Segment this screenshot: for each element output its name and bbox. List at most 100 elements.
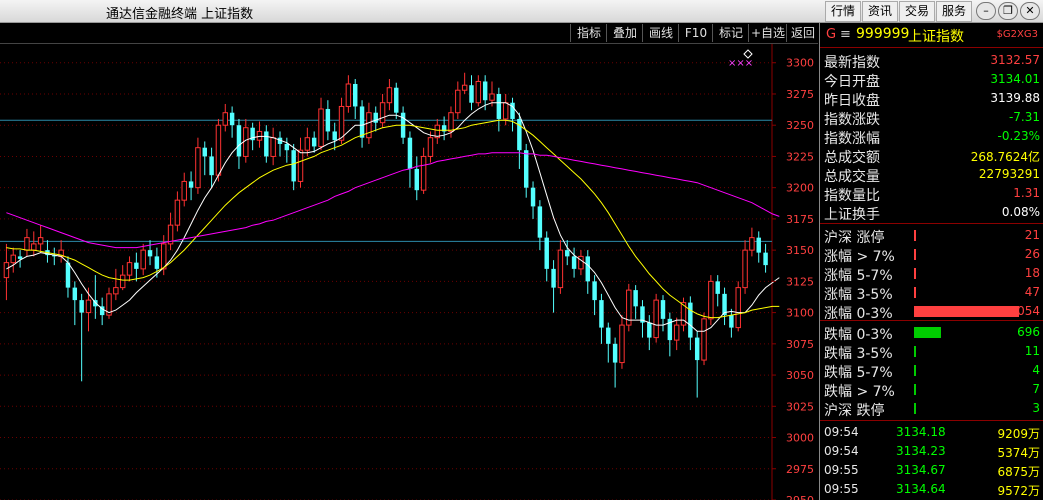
breadth-value: 18 xyxy=(1024,266,1040,280)
quote-value: -7.31 xyxy=(1008,110,1040,124)
candle-body xyxy=(694,337,700,361)
security-name: 上证指数 xyxy=(908,29,964,45)
candle-body xyxy=(256,130,263,141)
toolbar-indicator-button[interactable]: 指标 xyxy=(570,24,607,42)
candle-body xyxy=(202,147,207,157)
quote-value: 1.31 xyxy=(1013,186,1040,200)
menu-trade[interactable]: 交易 xyxy=(899,1,935,22)
breadth-tick xyxy=(914,249,916,260)
menu-icon[interactable]: ≡ xyxy=(840,27,851,42)
trade-volume: 9572万 xyxy=(997,484,1040,498)
candle-body xyxy=(126,262,133,276)
divider xyxy=(820,223,1043,224)
y-tick-label: 3150 xyxy=(786,244,814,257)
breadth-tick xyxy=(914,403,916,414)
candle-body xyxy=(606,327,611,344)
toolbar-add-watch-button[interactable]: +自选 xyxy=(748,24,787,42)
candle-body xyxy=(448,112,454,132)
candle-body xyxy=(502,102,509,120)
breadth-tick xyxy=(914,287,916,298)
trade-price: 3134.18 xyxy=(896,425,946,439)
security-code: 999999 xyxy=(856,26,910,42)
menu-quotes[interactable]: 行情 xyxy=(825,1,861,22)
candle-body xyxy=(749,237,755,251)
breadth-label: 涨幅 3-5% xyxy=(824,287,893,303)
candle-body xyxy=(523,150,529,188)
candle-body xyxy=(325,108,331,132)
breadth-row: 跌幅 0-3% 696 xyxy=(820,323,1043,343)
candle-body xyxy=(660,300,666,319)
breadth-row: 涨幅 5-7% 18 xyxy=(820,264,1043,284)
candle-body xyxy=(708,280,714,320)
quote-row: 指数涨跌 -7.31 xyxy=(820,108,1043,128)
quote-panel: G ≡ 999999 上证指数 $G2XG3 最新指数 3132.57 今日开盘 31… xyxy=(819,23,1043,500)
candle-body xyxy=(181,180,187,201)
candle-body xyxy=(85,299,92,314)
candle-body xyxy=(65,262,71,288)
quote-label: 指数涨跌 xyxy=(824,112,880,128)
trade-row: 09:55 3134.64 9572万 xyxy=(820,480,1043,499)
trade-volume: 9209万 xyxy=(997,427,1040,441)
quote-value: 0.08% xyxy=(1001,205,1040,219)
quote-row: 昨日收盘 3139.88 xyxy=(820,89,1043,109)
candle-body xyxy=(653,299,659,339)
candle-body xyxy=(338,105,345,141)
candle-body xyxy=(461,84,468,91)
candle-body xyxy=(353,83,358,107)
candle-body xyxy=(756,237,761,253)
candle-body xyxy=(517,118,522,151)
candle-body xyxy=(673,324,680,341)
toolbar-f10-button[interactable]: F10 xyxy=(678,24,713,42)
trade-time: 09:54 xyxy=(824,444,859,458)
candle-body xyxy=(304,137,311,151)
breadth-label: 跌幅 3-5% xyxy=(824,346,893,362)
candle-body xyxy=(551,268,556,288)
candle-body xyxy=(585,256,590,282)
breadth-value: 4 xyxy=(1032,363,1040,377)
candle-body xyxy=(407,137,413,169)
candle-body xyxy=(3,262,10,279)
close-icon[interactable]: ✕ xyxy=(1020,2,1040,20)
formula-tag[interactable]: $G2XG3 xyxy=(997,29,1038,40)
y-tick-label: 3050 xyxy=(786,369,814,382)
divider xyxy=(820,320,1043,321)
code-prefix: G xyxy=(826,27,837,42)
candle-body xyxy=(31,243,37,251)
quote-row: 指数涨幅 -0.23% xyxy=(820,127,1043,147)
quote-row: 最新指数 3132.57 xyxy=(820,51,1043,71)
trade-price: 3134.67 xyxy=(896,463,946,477)
menu-service[interactable]: 服务 xyxy=(936,1,972,22)
candle-body xyxy=(688,302,693,338)
candle-body xyxy=(297,149,304,182)
breadth-label: 跌幅 5-7% xyxy=(824,365,893,381)
trade-row: 09:54 3134.23 5374万 xyxy=(820,442,1043,461)
candle-body xyxy=(715,281,720,294)
menu-news[interactable]: 资讯 xyxy=(862,1,898,22)
candle-body xyxy=(79,300,84,313)
toolbar-draw-button[interactable]: 画线 xyxy=(642,24,679,42)
restore-icon[interactable]: ❐ xyxy=(998,2,1018,20)
toolbar-overlay-button[interactable]: 叠加 xyxy=(606,24,643,42)
trade-row: 09:55 3134.67 6875万 xyxy=(820,461,1043,480)
trade-row: 09:54 3134.18 9209万 xyxy=(820,423,1043,442)
candle-body xyxy=(578,255,584,270)
candle-body xyxy=(147,250,153,257)
candle-body xyxy=(394,87,399,113)
candle-body xyxy=(215,124,222,176)
candle-body xyxy=(496,93,502,119)
candle-body xyxy=(599,300,604,328)
quote-label: 上证换手 xyxy=(824,207,880,223)
y-tick-label: 3125 xyxy=(786,275,814,288)
quote-label: 最新指数 xyxy=(824,55,880,71)
quote-row: 上证换手 0.08% xyxy=(820,203,1043,223)
minimize-icon[interactable]: – xyxy=(976,2,996,20)
quote-row: 总成交额 268.7624亿 xyxy=(820,146,1043,166)
candle-body xyxy=(10,254,16,264)
y-tick-label: 3225 xyxy=(786,150,814,163)
candlestick-chart[interactable]: 2950 2975 3000 3025 3050 3075 3100 3125 3150 3175… xyxy=(0,44,818,500)
toolbar-mark-button[interactable]: 标记 xyxy=(712,24,749,42)
candle-body xyxy=(113,287,119,295)
candle-body xyxy=(557,249,564,289)
panel-header: G ≡ 999999 上证指数 $G2XG3 xyxy=(820,23,1043,48)
toolbar-back-button[interactable]: 返回 xyxy=(786,24,819,42)
